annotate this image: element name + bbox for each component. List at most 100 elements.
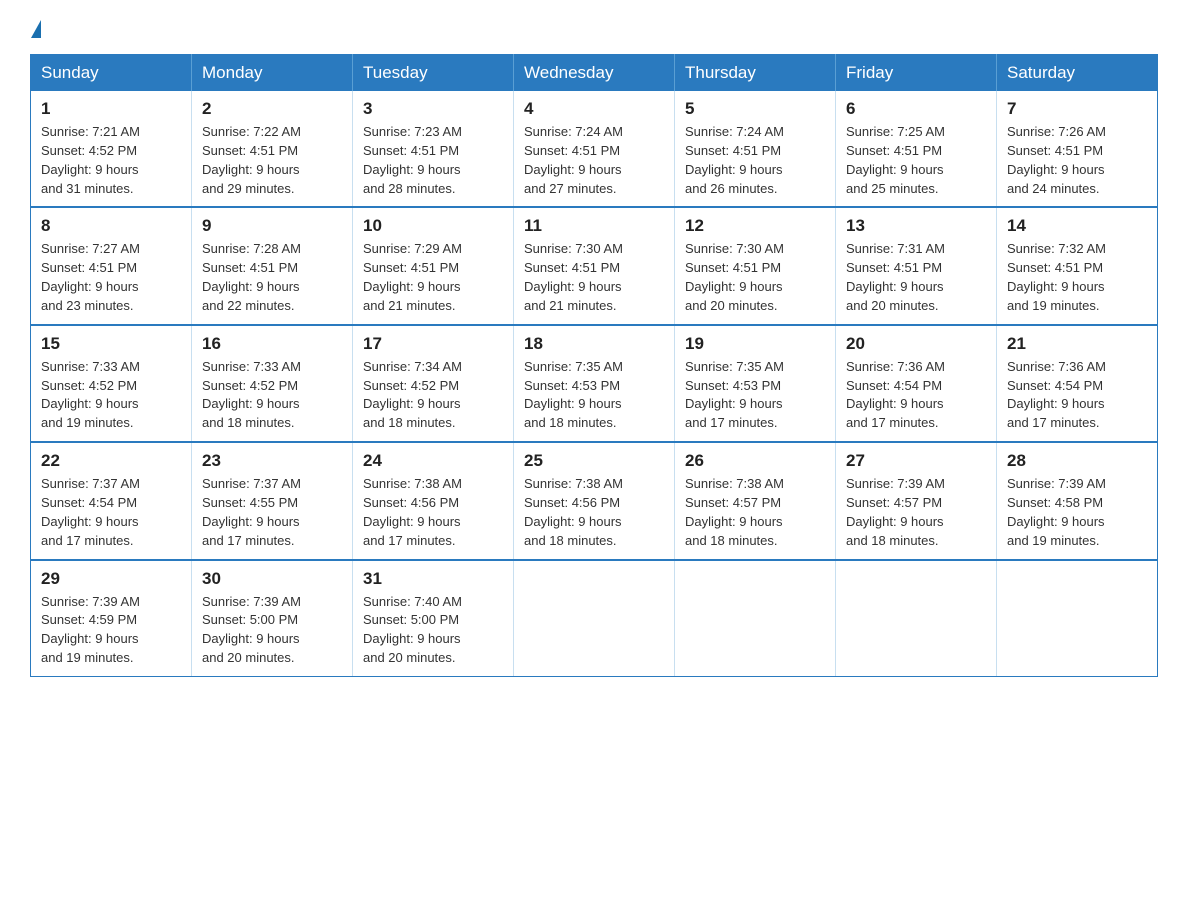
day-number: 12 [685, 216, 825, 236]
calendar-cell: 18Sunrise: 7:35 AMSunset: 4:53 PMDayligh… [514, 325, 675, 442]
calendar-week-row: 1Sunrise: 7:21 AMSunset: 4:52 PMDaylight… [31, 91, 1158, 207]
day-number: 9 [202, 216, 342, 236]
calendar-cell: 31 Sunrise: 7:40 AMSunset: 5:00 PMDayligh… [353, 560, 514, 677]
day-info: Sunrise: 7:36 AMSunset: 4:54 PMDaylight:… [1007, 358, 1147, 433]
calendar-cell: 28 Sunrise: 7:39 AMSunset: 4:58 PMDayligh… [997, 442, 1158, 559]
calendar-header-sunday: Sunday [31, 55, 192, 92]
calendar-cell: 26Sunrise: 7:38 AMSunset: 4:57 PMDayligh… [675, 442, 836, 559]
day-info: Sunrise: 7:21 AMSunset: 4:52 PMDaylight:… [41, 123, 181, 198]
day-number: 14 [1007, 216, 1147, 236]
calendar-cell: 27 Sunrise: 7:39 AMSunset: 4:57 PMDayligh… [836, 442, 997, 559]
calendar-cell: 22 Sunrise: 7:37 AMSunset: 4:54 PMDayligh… [31, 442, 192, 559]
page-header [30, 20, 1158, 38]
day-number: 5 [685, 99, 825, 119]
day-number: 20 [846, 334, 986, 354]
day-info: Sunrise: 7:39 AMSunset: 4:59 PMDaylight:… [41, 593, 181, 668]
calendar-week-row: 8 Sunrise: 7:27 AMSunset: 4:51 PMDaylight… [31, 207, 1158, 324]
day-number: 29 [41, 569, 181, 589]
calendar-cell: 15 Sunrise: 7:33 AMSunset: 4:52 PMDayligh… [31, 325, 192, 442]
calendar-cell [997, 560, 1158, 677]
day-info: Sunrise: 7:38 AMSunset: 4:56 PMDaylight:… [363, 475, 503, 550]
day-info: Sunrise: 7:22 AMSunset: 4:51 PMDaylight:… [202, 123, 342, 198]
day-number: 6 [846, 99, 986, 119]
day-number: 2 [202, 99, 342, 119]
day-info: Sunrise: 7:38 AMSunset: 4:56 PMDaylight:… [524, 475, 664, 550]
day-number: 22 [41, 451, 181, 471]
calendar-cell: 2 Sunrise: 7:22 AMSunset: 4:51 PMDaylight… [192, 91, 353, 207]
calendar-header-monday: Monday [192, 55, 353, 92]
calendar-cell: 24 Sunrise: 7:38 AMSunset: 4:56 PMDayligh… [353, 442, 514, 559]
calendar-cell: 30 Sunrise: 7:39 AMSunset: 5:00 PMDayligh… [192, 560, 353, 677]
calendar-cell: 8 Sunrise: 7:27 AMSunset: 4:51 PMDaylight… [31, 207, 192, 324]
day-number: 24 [363, 451, 503, 471]
calendar-cell: 5 Sunrise: 7:24 AMSunset: 4:51 PMDaylight… [675, 91, 836, 207]
calendar-cell [836, 560, 997, 677]
day-info: Sunrise: 7:38 AMSunset: 4:57 PMDaylight:… [685, 475, 825, 550]
day-number: 19 [685, 334, 825, 354]
day-number: 4 [524, 99, 664, 119]
day-number: 7 [1007, 99, 1147, 119]
calendar-cell: 7 Sunrise: 7:26 AMSunset: 4:51 PMDaylight… [997, 91, 1158, 207]
day-info: Sunrise: 7:35 AMSunset: 4:53 PMDaylight:… [685, 358, 825, 433]
day-info: Sunrise: 7:25 AMSunset: 4:51 PMDaylight:… [846, 123, 986, 198]
day-number: 31 [363, 569, 503, 589]
day-number: 3 [363, 99, 503, 119]
calendar-cell [675, 560, 836, 677]
calendar-cell: 4 Sunrise: 7:24 AMSunset: 4:51 PMDaylight… [514, 91, 675, 207]
day-number: 15 [41, 334, 181, 354]
calendar-cell [514, 560, 675, 677]
day-info: Sunrise: 7:32 AMSunset: 4:51 PMDaylight:… [1007, 240, 1147, 315]
logo-triangle-icon [31, 20, 41, 38]
day-info: Sunrise: 7:24 AMSunset: 4:51 PMDaylight:… [685, 123, 825, 198]
day-info: Sunrise: 7:24 AMSunset: 4:51 PMDaylight:… [524, 123, 664, 198]
day-info: Sunrise: 7:40 AMSunset: 5:00 PMDaylight:… [363, 593, 503, 668]
day-info: Sunrise: 7:39 AMSunset: 4:57 PMDaylight:… [846, 475, 986, 550]
day-info: Sunrise: 7:33 AMSunset: 4:52 PMDaylight:… [202, 358, 342, 433]
day-info: Sunrise: 7:39 AMSunset: 4:58 PMDaylight:… [1007, 475, 1147, 550]
day-number: 27 [846, 451, 986, 471]
day-info: Sunrise: 7:30 AMSunset: 4:51 PMDaylight:… [524, 240, 664, 315]
day-info: Sunrise: 7:37 AMSunset: 4:54 PMDaylight:… [41, 475, 181, 550]
calendar-header-friday: Friday [836, 55, 997, 92]
day-info: Sunrise: 7:34 AMSunset: 4:52 PMDaylight:… [363, 358, 503, 433]
calendar-cell: 3 Sunrise: 7:23 AMSunset: 4:51 PMDaylight… [353, 91, 514, 207]
calendar-cell: 13 Sunrise: 7:31 AMSunset: 4:51 PMDayligh… [836, 207, 997, 324]
day-info: Sunrise: 7:28 AMSunset: 4:51 PMDaylight:… [202, 240, 342, 315]
calendar-header-saturday: Saturday [997, 55, 1158, 92]
calendar-cell: 17 Sunrise: 7:34 AMSunset: 4:52 PMDayligh… [353, 325, 514, 442]
day-info: Sunrise: 7:31 AMSunset: 4:51 PMDaylight:… [846, 240, 986, 315]
day-info: Sunrise: 7:37 AMSunset: 4:55 PMDaylight:… [202, 475, 342, 550]
day-number: 25 [524, 451, 664, 471]
calendar-cell: 12 Sunrise: 7:30 AMSunset: 4:51 PMDayligh… [675, 207, 836, 324]
day-info: Sunrise: 7:26 AMSunset: 4:51 PMDaylight:… [1007, 123, 1147, 198]
calendar-cell: 10Sunrise: 7:29 AMSunset: 4:51 PMDayligh… [353, 207, 514, 324]
day-info: Sunrise: 7:33 AMSunset: 4:52 PMDaylight:… [41, 358, 181, 433]
calendar-cell: 25 Sunrise: 7:38 AMSunset: 4:56 PMDayligh… [514, 442, 675, 559]
calendar-cell: 20 Sunrise: 7:36 AMSunset: 4:54 PMDayligh… [836, 325, 997, 442]
day-number: 11 [524, 216, 664, 236]
calendar-cell: 11 Sunrise: 7:30 AMSunset: 4:51 PMDayligh… [514, 207, 675, 324]
calendar-cell: 23 Sunrise: 7:37 AMSunset: 4:55 PMDayligh… [192, 442, 353, 559]
day-info: Sunrise: 7:39 AMSunset: 5:00 PMDaylight:… [202, 593, 342, 668]
day-info: Sunrise: 7:36 AMSunset: 4:54 PMDaylight:… [846, 358, 986, 433]
day-info: Sunrise: 7:30 AMSunset: 4:51 PMDaylight:… [685, 240, 825, 315]
calendar-table: SundayMondayTuesdayWednesdayThursdayFrid… [30, 54, 1158, 677]
calendar-week-row: 29 Sunrise: 7:39 AMSunset: 4:59 PMDayligh… [31, 560, 1158, 677]
calendar-cell: 9 Sunrise: 7:28 AMSunset: 4:51 PMDaylight… [192, 207, 353, 324]
calendar-cell: 16Sunrise: 7:33 AMSunset: 4:52 PMDayligh… [192, 325, 353, 442]
day-number: 17 [363, 334, 503, 354]
day-number: 23 [202, 451, 342, 471]
calendar-cell: 1Sunrise: 7:21 AMSunset: 4:52 PMDaylight… [31, 91, 192, 207]
calendar-cell: 19 Sunrise: 7:35 AMSunset: 4:53 PMDayligh… [675, 325, 836, 442]
calendar-header-row: SundayMondayTuesdayWednesdayThursdayFrid… [31, 55, 1158, 92]
day-number: 13 [846, 216, 986, 236]
day-number: 28 [1007, 451, 1147, 471]
logo [30, 20, 41, 38]
day-info: Sunrise: 7:27 AMSunset: 4:51 PMDaylight:… [41, 240, 181, 315]
day-number: 8 [41, 216, 181, 236]
day-number: 30 [202, 569, 342, 589]
day-info: Sunrise: 7:23 AMSunset: 4:51 PMDaylight:… [363, 123, 503, 198]
calendar-header-thursday: Thursday [675, 55, 836, 92]
day-number: 18 [524, 334, 664, 354]
calendar-header-wednesday: Wednesday [514, 55, 675, 92]
